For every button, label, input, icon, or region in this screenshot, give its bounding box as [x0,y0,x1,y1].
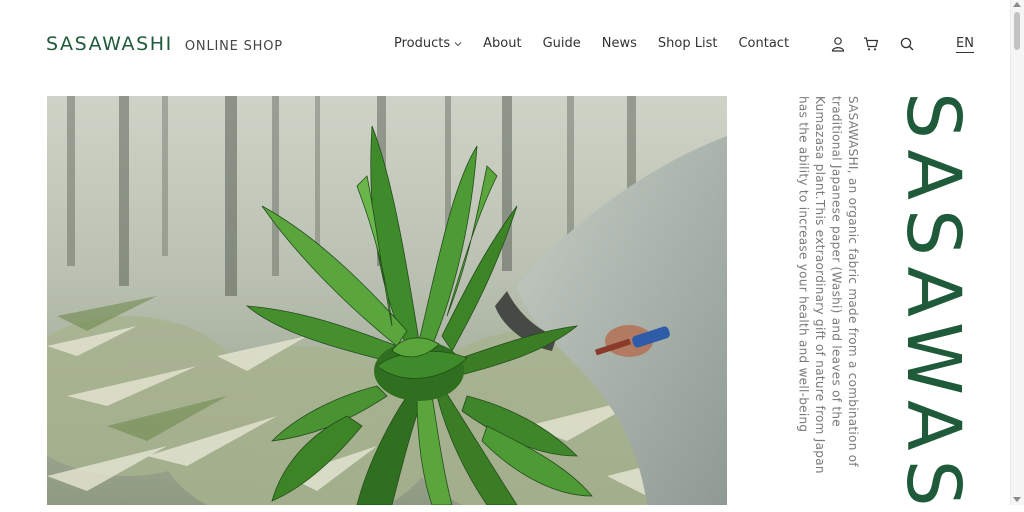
nav-item-about[interactable]: About [483,36,521,51]
scrollbar-track[interactable] [1010,0,1024,505]
main-nav: Products About Guide News Shop List Cont… [394,36,789,51]
intro-text: SASAWASHI, an organic fabric made from a… [783,96,861,496]
nav-item-products-label[interactable]: Products [394,36,450,51]
intro-line-1: SASAWASHI, an organic fabric made from a… [846,96,860,467]
logo[interactable]: SASAWASHI ONLINE SHOP [46,33,283,55]
intro-line-2: traditional Japanese paper (Washi) and l… [829,96,844,427]
scroll-up-arrow-icon[interactable] [1013,2,1021,7]
cart-icon[interactable] [863,36,879,52]
logo-brand-name[interactable]: SASAWASHI [46,33,173,55]
hero-image [47,96,727,505]
intro-line-3: Kumazasa plant.This extraordinary gift o… [813,96,827,474]
site-header: SASAWASHI ONLINE SHOP Products About Gui… [0,0,1010,90]
scrollbar-thumb[interactable] [1014,12,1020,50]
intro-line-4: has the ability to increase your health … [796,96,811,433]
nav-item-guide-label[interactable]: Guide [543,36,581,51]
nav-item-contact[interactable]: Contact [738,36,789,51]
nav-item-about-label[interactable]: About [483,36,521,51]
nav-item-products[interactable]: Products [394,36,462,51]
vertical-brand-title: SASAWASHI [890,92,974,512]
search-icon[interactable] [899,36,915,52]
user-icon[interactable] [830,36,846,52]
language-switch[interactable]: EN [956,37,974,53]
nav-item-news[interactable]: News [602,36,637,51]
nav-item-news-label[interactable]: News [602,36,637,51]
scroll-down-arrow-icon[interactable] [1013,497,1021,502]
nav-item-contact-label[interactable]: Contact [738,36,789,51]
logo-subtitle[interactable]: ONLINE SHOP [185,39,283,54]
chevron-down-icon[interactable] [454,41,462,47]
nav-item-guide[interactable]: Guide [543,36,581,51]
nav-item-shop-list[interactable]: Shop List [658,36,718,51]
nav-item-shop-list-label[interactable]: Shop List [658,36,718,51]
